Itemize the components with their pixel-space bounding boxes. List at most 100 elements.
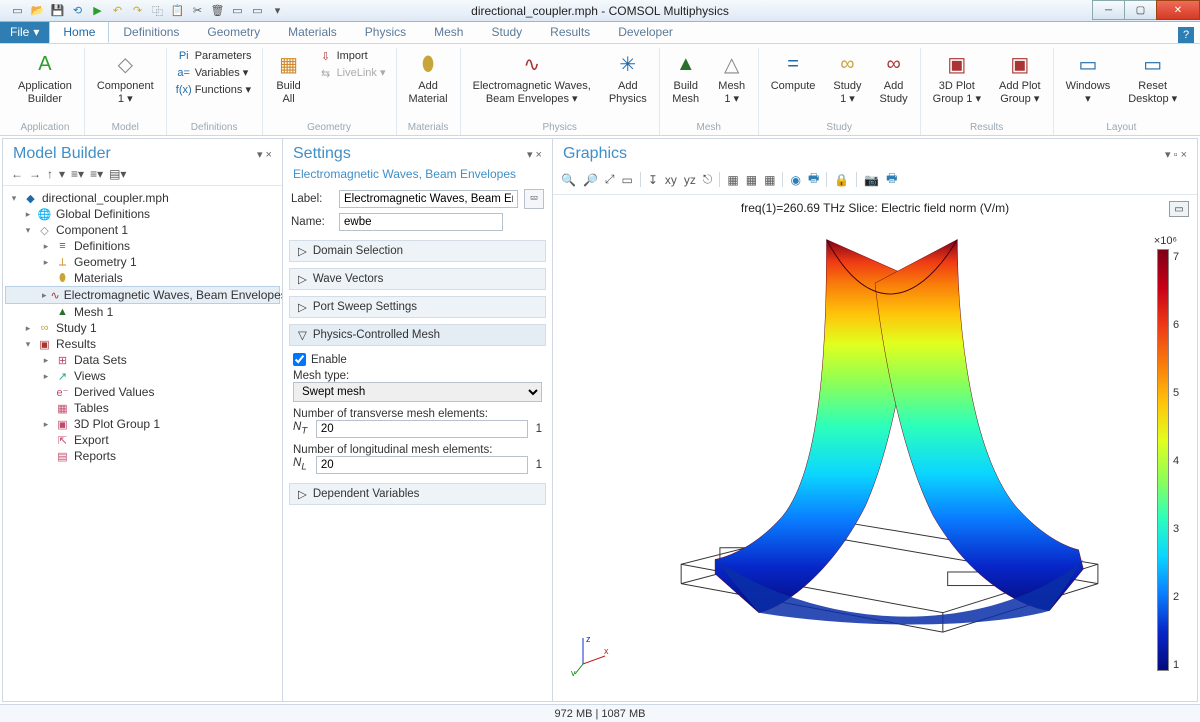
select-icon[interactable]: ▭ — [230, 3, 245, 18]
section-physics-mesh[interactable]: ▽Physics-Controlled Mesh — [289, 324, 546, 346]
scene-light-icon[interactable]: ▦ — [727, 173, 738, 187]
tree-node[interactable]: ▸⊞Data Sets — [5, 352, 280, 368]
snapshot-icon[interactable]: 🖶 — [886, 169, 897, 190]
tab-mesh[interactable]: Mesh — [420, 21, 477, 43]
ribbon-btn[interactable]: ▭Reset Desktop ▾ — [1124, 48, 1181, 107]
tree-node[interactable]: ⇱Export — [5, 432, 280, 448]
tab-geometry[interactable]: Geometry — [193, 21, 274, 43]
copy-icon[interactable]: ⿻ — [150, 3, 165, 18]
ribbon-btn[interactable]: ∞Add Study — [876, 48, 912, 107]
paste-icon[interactable]: 📋 — [170, 3, 185, 18]
ribbon-btn[interactable]: AApplication Builder — [14, 48, 76, 107]
tree-node[interactable]: ▲Mesh 1 — [5, 304, 280, 320]
redo-icon[interactable]: ↷ — [130, 3, 145, 18]
tab-materials[interactable]: Materials — [274, 21, 351, 43]
new-icon[interactable]: ▭ — [10, 3, 25, 18]
section-port-sweep[interactable]: ▷Port Sweep Settings — [289, 296, 546, 318]
ribbon-btn[interactable]: ∞Study 1 ▾ — [829, 48, 865, 107]
zoom-extents-icon[interactable]: ⤢ — [605, 172, 615, 187]
collapse-icon[interactable]: ≡▾ — [71, 167, 84, 181]
nl-input[interactable] — [316, 456, 528, 474]
tree-node[interactable]: ▾◆directional_coupler.mph — [5, 190, 280, 206]
model-tree[interactable]: ▾◆directional_coupler.mph▸🌐Global Defini… — [3, 186, 282, 468]
tree-node[interactable]: ▦Tables — [5, 400, 280, 416]
nt-input[interactable] — [316, 420, 528, 438]
tab-developer[interactable]: Developer — [604, 21, 687, 43]
tree-node[interactable]: ▤Reports — [5, 448, 280, 464]
revert-icon[interactable]: ⟲ — [70, 3, 85, 18]
find-icon[interactable]: ▭ — [250, 3, 265, 18]
ribbon-btn[interactable]: ▭Windows ▾ — [1062, 48, 1115, 107]
graphics-canvas[interactable]: freq(1)=260.69 THz Slice: Electric field… — [553, 195, 1197, 701]
tree-node[interactable]: ⬮Materials — [5, 270, 280, 286]
tree-node[interactable]: ▸🌐Global Definitions — [5, 206, 280, 222]
ribbon-btn[interactable]: ✳Add Physics — [605, 48, 651, 107]
ribbon-btn[interactable]: ⇩Import — [317, 48, 388, 64]
tab-study[interactable]: Study — [477, 21, 536, 43]
tree-node[interactable]: ▸∿Electromagnetic Waves, Beam Envelopes — [5, 286, 280, 304]
tree-node[interactable]: ▾◇Component 1 — [5, 222, 280, 238]
ribbon-btn[interactable]: ▣Add Plot Group ▾ — [995, 48, 1045, 107]
ribbon-btn[interactable]: ◇Component 1 ▾ — [93, 48, 158, 107]
enable-checkbox[interactable] — [293, 353, 306, 366]
tree-node[interactable]: e⁻Derived Values — [5, 384, 280, 400]
go-xy-icon[interactable]: ↧ — [648, 173, 658, 187]
zoom-in-icon[interactable]: 🔍 — [561, 173, 576, 187]
up-icon[interactable]: ↑ — [47, 167, 53, 181]
ribbon-btn[interactable]: a=Variables ▾ — [175, 65, 254, 81]
tree-node[interactable]: ▸∞Study 1 — [5, 320, 280, 336]
ribbon-btn[interactable]: f(x)Functions ▾ — [175, 82, 254, 98]
meshtype-select[interactable]: Swept mesh — [293, 382, 542, 402]
maximize-button[interactable]: ▢ — [1124, 0, 1157, 20]
ribbon-btn[interactable]: ⇆LiveLink ▾ — [317, 65, 388, 81]
tree-node[interactable]: ▸≡Definitions — [5, 238, 280, 254]
open-icon[interactable]: 📂 — [30, 3, 45, 18]
tree-node[interactable]: ▸▣3D Plot Group 1 — [5, 416, 280, 432]
label-input[interactable] — [339, 190, 518, 208]
tab-home[interactable]: Home — [49, 21, 109, 43]
select-icon[interactable]: ◉ — [790, 173, 800, 187]
zoom-out-icon[interactable]: 🔎 — [583, 173, 598, 187]
tab-definitions[interactable]: Definitions — [109, 21, 193, 43]
run-icon[interactable]: ▶ — [90, 3, 105, 18]
tab-results[interactable]: Results — [536, 21, 604, 43]
undo-icon[interactable]: ↶ — [110, 3, 125, 18]
default-view-icon[interactable]: ⎋ — [703, 172, 713, 187]
cut-icon[interactable]: ✂ — [190, 3, 205, 18]
ribbon-btn[interactable]: ▲Build Mesh — [668, 48, 704, 107]
filter-icon[interactable]: ▤▾ — [109, 167, 126, 181]
section-domain-selection[interactable]: ▷Domain Selection — [289, 240, 546, 262]
ribbon-btn[interactable]: ▦Build All — [271, 48, 307, 107]
wireframe-icon[interactable]: ▦ — [764, 173, 775, 187]
tree-node[interactable]: ▾▣Results — [5, 336, 280, 352]
zoom-box-icon[interactable]: ▭ — [622, 173, 633, 187]
forward-icon[interactable]: → — [29, 167, 41, 181]
section-dependent-vars[interactable]: ▷Dependent Variables — [289, 483, 546, 505]
go-zx-icon[interactable]: yz — [684, 173, 696, 187]
tree-node[interactable]: ▸⟂Geometry 1 — [5, 254, 280, 270]
ribbon-btn[interactable]: ∿Electromagnetic Waves, Beam Envelopes ▾ — [469, 48, 595, 107]
section-wave-vectors[interactable]: ▷Wave Vectors — [289, 268, 546, 290]
go-yz-icon[interactable]: xy — [665, 173, 677, 187]
ribbon-btn[interactable]: ⬮Add Material — [405, 48, 452, 107]
lock-icon[interactable]: 🔒 — [834, 173, 849, 187]
transparency-icon[interactable]: ▦ — [746, 173, 757, 187]
name-input[interactable] — [339, 213, 503, 231]
camera-icon[interactable]: 📷 — [864, 173, 879, 187]
close-button[interactable]: ✕ — [1156, 0, 1200, 20]
ribbon-btn[interactable]: △Mesh 1 ▾ — [714, 48, 750, 107]
tab-physics[interactable]: Physics — [351, 21, 420, 43]
save-icon[interactable]: 💾 — [50, 3, 65, 18]
file-menu-button[interactable]: File▾ — [0, 21, 49, 43]
delete-icon[interactable]: 🗑 — [210, 3, 225, 18]
help-button[interactable]: ? — [1178, 27, 1194, 43]
ribbon-btn[interactable]: ▣3D Plot Group 1 ▾ — [929, 48, 985, 107]
tree-node[interactable]: ▸↗Views — [5, 368, 280, 384]
minimize-button[interactable]: ─ — [1092, 0, 1125, 20]
ribbon-btn[interactable]: PiParameters — [175, 48, 254, 64]
expand-icon[interactable]: ≡▾ — [90, 167, 103, 181]
goto-icon[interactable]: ⮹ — [524, 189, 544, 209]
back-icon[interactable]: ← — [11, 167, 23, 181]
print-icon[interactable]: 🖶 — [808, 169, 819, 190]
view3d-button[interactable]: ▭ — [1169, 201, 1189, 217]
